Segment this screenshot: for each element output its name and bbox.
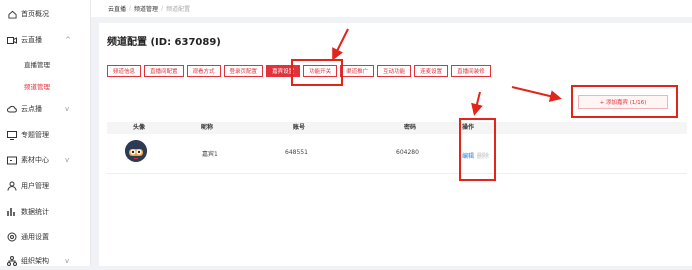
breadcrumb-current: 频道配置 xyxy=(166,6,191,13)
settings-icon xyxy=(7,232,17,242)
tab-room-config[interactable]: 直播间配置 xyxy=(144,65,184,77)
sidebar-item-vod[interactable]: 云点播 v xyxy=(0,100,90,118)
tab-watch-mode[interactable]: 观看方式 xyxy=(186,65,221,77)
breadcrumb-separator: / xyxy=(161,5,164,12)
folder-icon xyxy=(7,155,17,165)
tab-channel-info[interactable]: 频道信息 xyxy=(107,65,142,77)
sidebar-item-materials[interactable]: 素材中心 v xyxy=(0,151,90,169)
sidebar-item-live[interactable]: 云直播 ^ xyxy=(0,31,90,49)
annotation-box-actions xyxy=(459,118,496,181)
sidebar-item-users[interactable]: 用户管理 xyxy=(0,177,90,195)
cell-password: 604280 xyxy=(396,149,419,156)
tab-interaction[interactable]: 互动功能 xyxy=(377,65,412,77)
cell-nickname: 嘉宾1 xyxy=(202,151,218,158)
sidebar-item-label: 素材中心 xyxy=(21,156,49,164)
breadcrumb-separator: / xyxy=(129,5,132,12)
column-header-password: 密码 xyxy=(404,124,417,131)
chart-icon xyxy=(7,207,17,217)
sidebar-item-topics[interactable]: 专题管理 xyxy=(0,126,90,144)
org-icon xyxy=(7,256,17,266)
tab-channel-promo[interactable]: 渠道推广 xyxy=(340,65,375,77)
main-content: 频道配置 (ID: 637089) 频道信息 直播间配置 观看方式 登录页配置 … xyxy=(99,23,692,266)
sidebar-item-label: 用户管理 xyxy=(21,182,49,190)
sidebar-item-settings[interactable]: 通用设置 xyxy=(0,228,90,246)
tab-room-decoration[interactable]: 直播间装修 xyxy=(451,65,491,77)
annotation-box-add-button xyxy=(571,85,678,118)
sidebar-subitem-live-manage[interactable]: 直播管理 xyxy=(0,57,90,71)
chevron-down-icon: v xyxy=(65,156,70,164)
chevron-down-icon: v xyxy=(65,105,70,113)
home-icon xyxy=(7,9,17,19)
tab-mic-settings[interactable]: 连麦设置 xyxy=(414,65,449,77)
chevron-down-icon: v xyxy=(65,257,70,265)
sidebar-item-org[interactable]: 组织架构 v xyxy=(0,252,90,270)
cloud-icon xyxy=(7,104,17,114)
column-header-nickname: 昵称 xyxy=(201,124,214,131)
tab-login-page[interactable]: 登录页配置 xyxy=(223,65,264,77)
sidebar-subitem-label: 频道管理 xyxy=(24,83,50,91)
sidebar-item-label: 组织架构 xyxy=(21,257,49,265)
avatar xyxy=(125,140,147,162)
video-icon xyxy=(7,35,17,45)
sidebar-item-home[interactable]: 首页概况 xyxy=(0,5,90,23)
table-header: 头像 昵称 账号 密码 操作 xyxy=(107,122,687,134)
monitor-icon xyxy=(7,130,17,140)
breadcrumb-item[interactable]: 云直播 xyxy=(108,4,126,13)
cell-account: 648551 xyxy=(285,149,308,156)
sidebar-subitem-label: 直播管理 xyxy=(24,61,50,69)
annotation-box-guest-tab xyxy=(291,59,343,86)
page-title: 频道配置 (ID: 637089) xyxy=(107,37,221,48)
sidebar-item-label: 通用设置 xyxy=(21,233,49,241)
sidebar: 首页概况 云直播 ^ 直播管理 频道管理 云点播 v 专题管理 素材中心 v 用… xyxy=(0,0,91,266)
breadcrumb-item[interactable]: 频道管理 xyxy=(134,4,158,13)
user-icon xyxy=(7,181,17,191)
chevron-up-icon: ^ xyxy=(65,36,71,44)
sidebar-subitem-channel-manage[interactable]: 频道管理 xyxy=(0,79,90,93)
sidebar-item-label: 专题管理 xyxy=(21,131,49,139)
column-header-account: 账号 xyxy=(293,124,306,131)
column-header-avatar: 头像 xyxy=(133,124,146,131)
sidebar-item-label: 数据统计 xyxy=(21,208,49,216)
sidebar-item-label: 首页概况 xyxy=(21,10,49,18)
breadcrumb: 云直播 / 频道管理 / 频道配置 xyxy=(91,0,692,17)
row-divider xyxy=(107,173,687,174)
sidebar-item-label: 云直播 xyxy=(21,36,42,44)
sidebar-item-stats[interactable]: 数据统计 xyxy=(0,203,90,221)
sidebar-item-label: 云点播 xyxy=(21,105,42,113)
